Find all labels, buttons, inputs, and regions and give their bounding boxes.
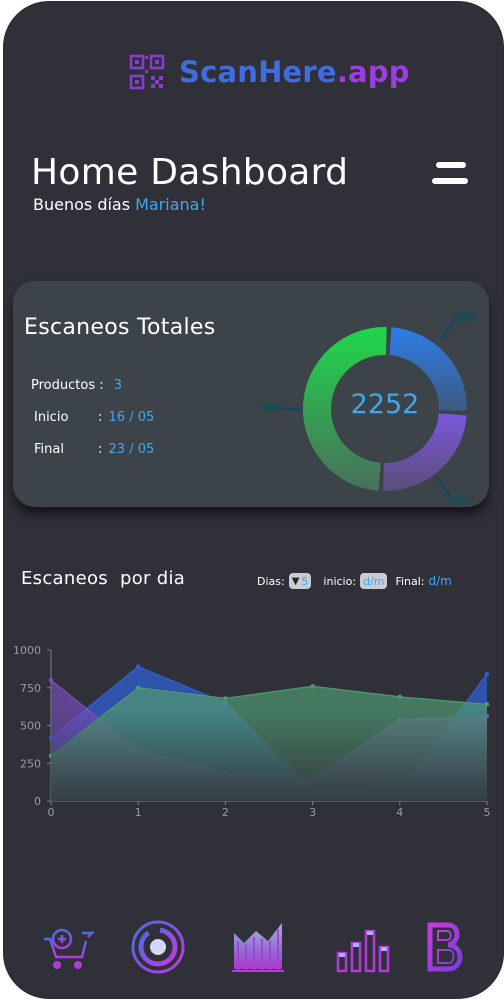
data-point — [136, 685, 141, 690]
end-date-input[interactable]: d/m — [429, 574, 452, 588]
stat-value: 23 / 05 — [108, 442, 155, 457]
section-title: Escaneos por dia — [21, 568, 186, 589]
logo-name: ScanHere — [179, 55, 337, 89]
start-label: inicio: — [323, 574, 357, 588]
donut-segment — [383, 413, 467, 491]
x-tick-label: 1 — [135, 806, 142, 819]
bottom-nav — [4, 917, 503, 979]
stat-label: Final — [34, 442, 64, 457]
end-label: Final: — [395, 574, 425, 588]
menu-icon-line — [432, 178, 468, 184]
days-label: Dias: — [257, 574, 285, 588]
stat-start: Inicio : 16 / 05 — [34, 410, 154, 425]
days-select[interactable]: ▼ 5 — [288, 573, 312, 589]
nav-cart[interactable] — [40, 917, 98, 977]
start-date-value: d/m — [363, 574, 385, 588]
chart-filters: Dias: ▼ 5 inicio: d/m Final: d/m — [257, 573, 452, 589]
nav-brand[interactable] — [422, 917, 472, 977]
y-tick-label: 750 — [20, 682, 41, 695]
phone-screen: ScanHere .app Home Dashboard Buenos días … — [3, 1, 504, 999]
menu-button[interactable] — [432, 160, 470, 188]
data-point — [223, 696, 228, 701]
data-point — [484, 671, 490, 677]
y-tick-label: 250 — [20, 757, 41, 770]
total-scans-value: 2252 — [351, 389, 420, 420]
nav-scan[interactable] — [128, 917, 188, 977]
target-icon — [131, 920, 185, 974]
qr-code-icon — [129, 54, 165, 90]
stat-separator: : — [95, 378, 108, 393]
nav-line-chart[interactable] — [230, 917, 288, 977]
page-title: Home Dashboard — [31, 152, 349, 193]
line-chart-icon — [232, 923, 284, 972]
start-date-input[interactable]: d/m — [360, 573, 388, 589]
stat-separator: : — [98, 442, 107, 457]
x-tick-label: 5 — [484, 806, 491, 819]
y-tick-label: 500 — [20, 720, 41, 733]
data-point — [397, 694, 402, 700]
data-point — [136, 664, 141, 669]
total-scans-card: Escaneos Totales Productos : 3 Inicio : … — [13, 281, 489, 507]
nav-bar-chart[interactable] — [334, 917, 394, 977]
cart-icon — [44, 928, 96, 969]
donut-chart: 2252 — [261, 312, 477, 503]
scans-per-day-chart: 0 250 500 750 1000 0 1 2 3 4 5 — [13, 644, 491, 819]
stat-separator: : — [98, 410, 107, 425]
stat-products: Productos : 3 — [31, 378, 122, 393]
data-point — [484, 702, 490, 707]
y-tick-label: 0 — [34, 795, 41, 808]
x-tick-label: 4 — [396, 806, 403, 819]
user-name: Mariana! — [135, 195, 206, 214]
data-point — [310, 684, 315, 689]
bar-chart-icon — [336, 929, 390, 973]
menu-icon — [436, 162, 466, 168]
chart-fade — [51, 710, 487, 801]
y-tick-label: 1000 — [13, 644, 41, 657]
stat-value: 3 — [113, 378, 123, 393]
dropdown-arrow-icon: ▼ — [291, 575, 300, 587]
x-tick-label: 3 — [309, 806, 316, 819]
app-logo: ScanHere .app — [129, 52, 410, 92]
stat-label: Productos — [31, 378, 96, 393]
stat-label: Inicio — [34, 410, 69, 425]
data-point — [48, 678, 54, 683]
logo-extension: .app — [336, 55, 410, 89]
days-value: 5 — [301, 574, 309, 588]
greeting: Buenos días Mariana! — [33, 195, 206, 214]
greeting-text: Buenos días — [33, 195, 131, 214]
brand-b-icon — [427, 922, 463, 972]
x-tick-label: 2 — [222, 806, 229, 819]
stat-value: 16 / 05 — [108, 410, 155, 425]
x-tick-label: 0 — [48, 806, 55, 819]
stat-end: Final : 23 / 05 — [34, 442, 154, 457]
card-title: Escaneos Totales — [24, 315, 216, 340]
